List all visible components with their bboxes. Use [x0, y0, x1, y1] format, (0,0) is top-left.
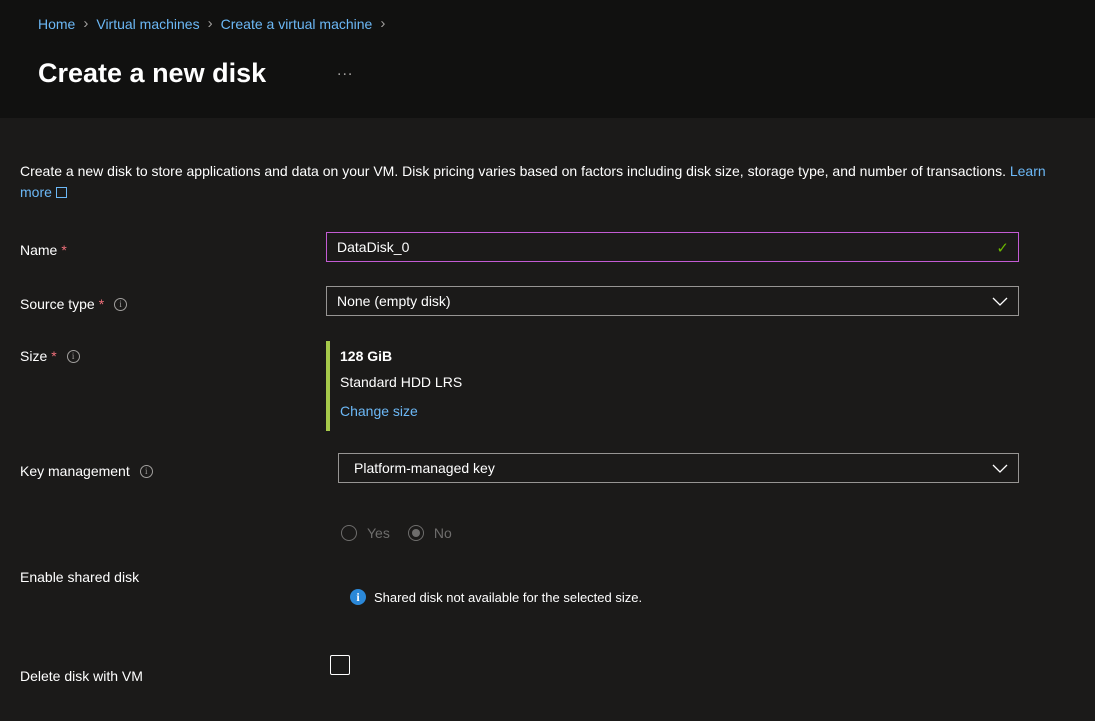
delete-with-vm-label: Delete disk with VM	[20, 668, 143, 684]
breadcrumb: Home › Virtual machines › Create a virtu…	[38, 15, 393, 32]
more-options-icon[interactable]: ...	[337, 62, 353, 80]
breadcrumb-virtual-machines[interactable]: Virtual machines	[96, 16, 199, 32]
key-management-value: Platform-managed key	[354, 460, 495, 476]
source-type-label: Source type * i	[20, 296, 128, 312]
radio-no[interactable]	[407, 525, 424, 541]
key-management-label-text: Key management	[20, 463, 130, 479]
source-type-label-text: Source type	[20, 296, 95, 312]
checkmark-icon: ✓	[996, 240, 1009, 257]
page-description: Create a new disk to store applications …	[20, 161, 1070, 203]
chevron-down-icon	[992, 297, 1008, 306]
info-circle-icon: i	[350, 589, 366, 605]
info-icon[interactable]: i	[114, 297, 128, 311]
name-input-value: DataDisk_0	[337, 239, 410, 255]
shared-disk-label-text: Enable shared disk	[20, 569, 140, 585]
size-label: Size * i	[20, 348, 80, 364]
required-marker: *	[98, 296, 105, 312]
name-label-text: Name	[20, 242, 58, 258]
breadcrumb-separator-icon: ›	[207, 15, 213, 32]
breadcrumb-create-vm[interactable]: Create a virtual machine	[221, 16, 373, 32]
page-header: Home › Virtual machines › Create a virtu…	[0, 0, 1095, 118]
radio-yes-label: Yes	[367, 525, 390, 541]
delete-with-vm-checkbox[interactable]	[330, 655, 350, 675]
size-tier: Standard HDD LRS	[340, 374, 463, 390]
key-management-dropdown[interactable]: Platform-managed key	[338, 453, 1019, 483]
page-title: Create a new disk	[38, 58, 267, 88]
key-management-label: Key management i	[20, 463, 153, 479]
source-type-value: None (empty disk)	[337, 293, 451, 309]
size-accent-bar	[326, 341, 330, 431]
shared-disk-label: Enable shared disk	[20, 569, 139, 585]
info-icon[interactable]: i	[139, 464, 153, 478]
breadcrumb-separator-icon: ›	[83, 15, 89, 32]
size-label-text: Size	[20, 348, 48, 364]
source-type-dropdown[interactable]: None (empty disk)	[326, 286, 1019, 316]
name-input[interactable]: DataDisk_0 ✓	[326, 232, 1019, 262]
shared-disk-notice: i Shared disk not available for the sele…	[350, 589, 642, 605]
chevron-down-icon	[992, 464, 1008, 473]
shared-disk-radio-group: Yes No	[341, 525, 470, 541]
shared-disk-notice-text: Shared disk not available for the select…	[374, 589, 643, 605]
size-value: 128 GiB	[340, 348, 393, 364]
delete-with-vm-label-text: Delete disk with VM	[20, 668, 143, 684]
required-marker: *	[51, 348, 57, 364]
radio-yes[interactable]	[341, 525, 357, 541]
info-icon[interactable]: i	[66, 349, 80, 363]
description-text: Create a new disk to store applications …	[20, 163, 1006, 179]
breadcrumb-home[interactable]: Home	[38, 16, 75, 32]
breadcrumb-separator-icon: ›	[380, 15, 386, 32]
radio-no-label: No	[433, 525, 452, 541]
name-label: Name *	[20, 242, 67, 258]
external-link-icon	[55, 187, 67, 198]
required-marker: *	[61, 242, 67, 258]
change-size-link[interactable]: Change size	[340, 403, 418, 419]
